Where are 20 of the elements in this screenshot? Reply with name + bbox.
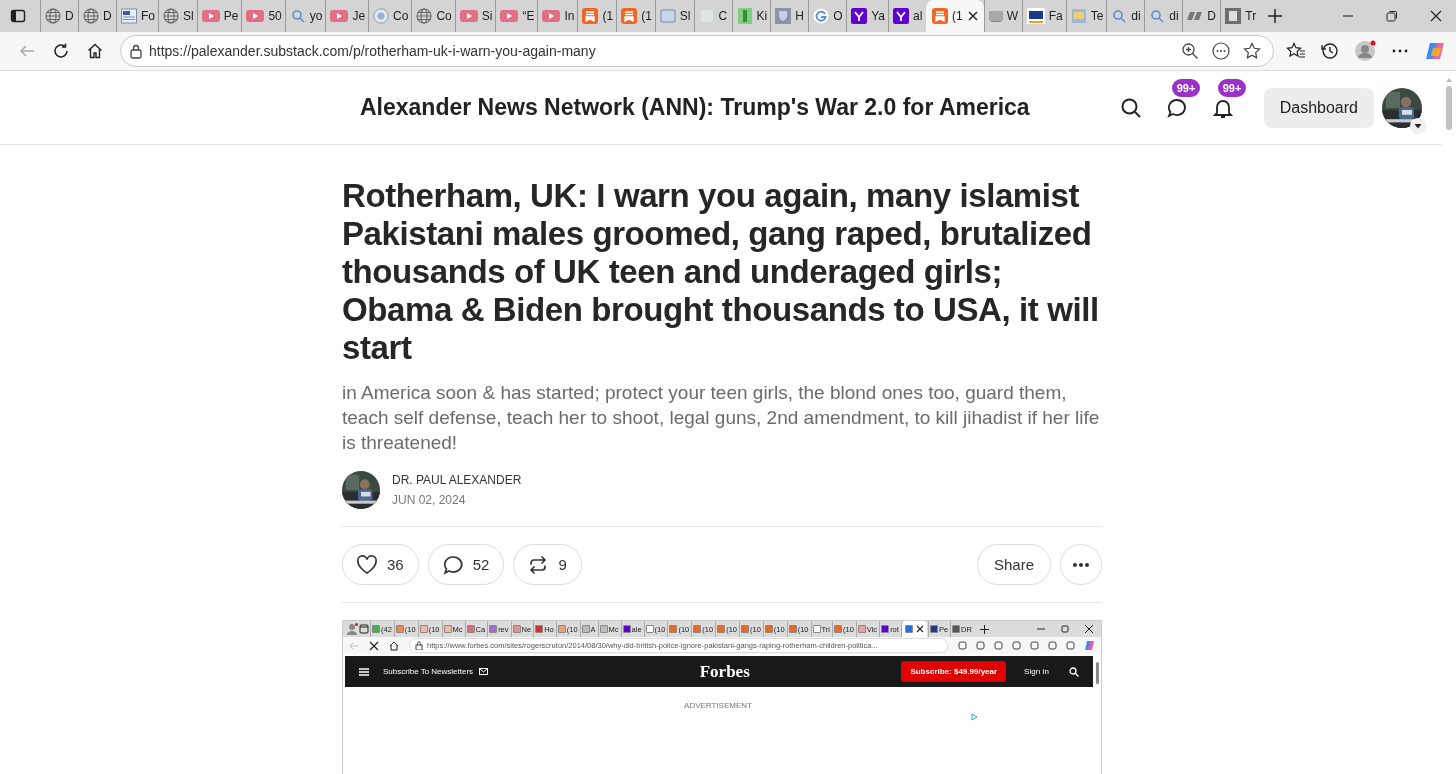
count-badge: 99+: [1217, 78, 1247, 97]
newsletter-link[interactable]: Subscribe To Newsletters: [383, 667, 474, 676]
author-name[interactable]: DR. PAUL ALEXANDER: [392, 473, 522, 487]
post-date: JUN 02, 2024: [392, 493, 467, 507]
like-button[interactable]: 36: [342, 544, 419, 585]
sign-in-link[interactable]: Sign In: [1024, 667, 1049, 676]
post-subtitle: in America soon & has started; protect your teen girls, the blond ones too, guard them, teach self defense, teach her to shoot, legal guns, 2nd amendment, to kill jihadist if her life is threatened!: [342, 381, 1101, 455]
comment-button[interactable]: 52: [427, 544, 505, 585]
restack-button[interactable]: 9: [513, 544, 582, 585]
ad-label: ADVERTISEMENT: [684, 701, 752, 712]
count-badge: 99+: [1171, 78, 1201, 97]
dashboard-button[interactable]: Dashboard: [1263, 87, 1374, 128]
subscribe-button[interactable]: Subscribe: $49.99/year: [901, 661, 1007, 682]
browser-tab[interactable]: (1: [925, 0, 984, 32]
url-text: https://palexander.substack.com/p/rotherham-uk-i-warn-you-again-many: [149, 43, 596, 59]
address-bar[interactable]: https://palexander.substack.com/p/rotherham-uk-i-warn-you-again-many: [120, 35, 1274, 67]
share-button[interactable]: Share: [976, 544, 1051, 585]
post-title: Rotherham, UK: I warn you again, many islamist Pakistani males groomed, gang raped, brutalized thousands of UK teen and underaged girls; Obama & Biden brought thousands to USA, it will start: [342, 177, 1100, 367]
site-logo[interactable]: Forbes: [699, 661, 750, 682]
publication-title[interactable]: Alexander News Network (ANN): Trump's War 2.0 for America: [360, 94, 1030, 121]
